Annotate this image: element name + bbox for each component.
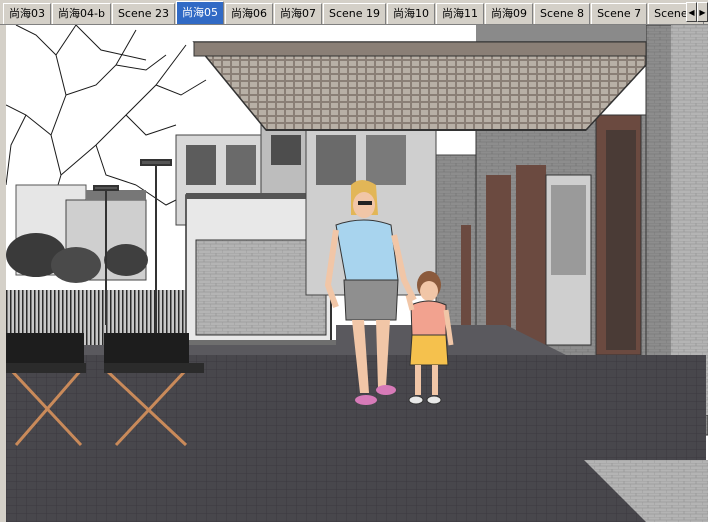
scene-tab[interactable]: Scene 8	[534, 3, 591, 24]
scene-tab[interactable]: 尚海06	[224, 3, 273, 24]
scene-tab[interactable]: Scene 7	[591, 3, 648, 24]
scene-tab[interactable]: 尚海04-b	[52, 3, 111, 24]
scene-tab[interactable]: 尚海03	[3, 3, 51, 24]
tab-scroll-controls: ◀ ▶	[686, 2, 708, 22]
3d-viewport[interactable]	[6, 25, 708, 522]
pergola	[192, 41, 647, 131]
scene-render	[6, 25, 708, 522]
scene-tab[interactable]: 尚海09	[485, 3, 534, 24]
scroll-left-icon[interactable]: ◀	[686, 2, 697, 22]
paving	[6, 355, 706, 522]
scene-tab[interactable]: 尚海07	[273, 3, 322, 24]
scene-tab[interactable]: 尚海10	[387, 3, 436, 24]
scene-tab[interactable]: Scene 19	[322, 3, 387, 24]
scene-tabs: 尚海03 尚海04-b Scene 23 尚海05 尚海06 尚海07 Scen…	[0, 0, 705, 24]
scroll-right-icon[interactable]: ▶	[697, 2, 708, 22]
scene-tab[interactable]: 尚海11	[436, 3, 485, 24]
scene-tab-active[interactable]: 尚海05	[175, 1, 224, 24]
scene-tab-bar: 尚海03 尚海04-b Scene 23 尚海05 尚海06 尚海07 Scen…	[0, 0, 708, 25]
scene-tab[interactable]: Scene 23	[111, 3, 175, 24]
